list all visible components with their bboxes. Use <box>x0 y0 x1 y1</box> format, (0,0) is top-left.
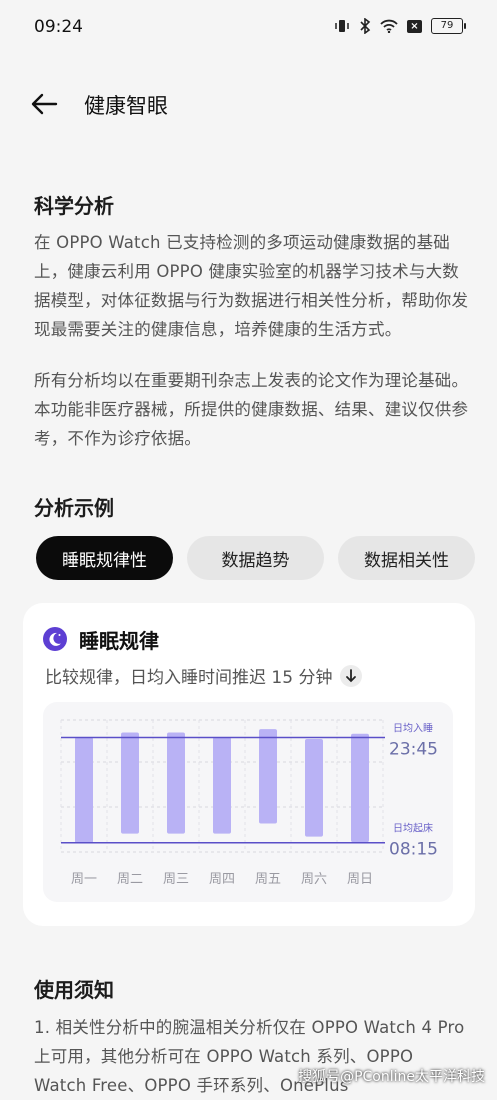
moon-icon <box>43 627 67 651</box>
notice-title: 使用须知 <box>34 978 114 1002</box>
notice-paragraph-1: 1. 相关性分析中的腕温相关分析仅在 OPPO Watch 4 Pro 上可用，… <box>34 1018 465 1095</box>
sleep-bar <box>167 732 185 834</box>
tab-data-correlation[interactable]: 数据相关性 <box>338 536 475 580</box>
card-title: 睡眠规律 <box>79 629 159 653</box>
sleep-bar <box>351 733 369 843</box>
sleep-bar <box>259 729 277 824</box>
x-tick-label: 周六 <box>301 872 327 887</box>
sleep-chart: 周一 周二 周三 周四 周五 周六 周日 日均入睡 23:45 日均起床 08:15 <box>43 702 453 902</box>
watermark: 搜狐号@PConline太平洋科技 <box>298 1069 485 1085</box>
battery-icon: 79 <box>431 18 466 34</box>
sleep-bar <box>213 737 231 834</box>
sleep-chart-svg: 周一 周二 周三 周四 周五 周六 周日 日均入睡 23:45 日均起床 08:15 <box>60 719 438 887</box>
x-tick-label: 周一 <box>71 872 97 887</box>
wifi-icon <box>380 19 398 33</box>
vibrate-icon <box>334 19 350 33</box>
x-tick-label: 周三 <box>163 872 189 887</box>
science-paragraph-1: 在 OPPO Watch 已支持检测的多项运动健康数据的基础上，健康云利用 OP… <box>34 233 469 339</box>
sim-x-icon: × <box>407 19 422 33</box>
card-subtitle-row: 比较规律，日均入睡时间推迟 15 分钟 <box>45 663 363 688</box>
sleep-bar <box>75 737 93 844</box>
sleep-bar <box>305 738 323 837</box>
avg-wake-label: 日均起床 <box>393 822 433 835</box>
avg-sleep-time: 23:45 <box>389 739 438 759</box>
tab-sleep-regularity[interactable]: 睡眠规律性 <box>36 536 173 580</box>
x-tick-label: 周五 <box>255 872 281 887</box>
sleep-bar <box>121 732 139 834</box>
arrow-left-icon <box>31 93 58 115</box>
back-button[interactable] <box>30 92 58 116</box>
tab-data-trend[interactable]: 数据趋势 <box>187 536 324 580</box>
science-title: 科学分析 <box>34 194 114 218</box>
page-title: 健康智眼 <box>84 94 168 118</box>
card-subtitle: 比较规律，日均入睡时间推迟 15 分钟 <box>45 668 333 688</box>
examples-title: 分析示例 <box>34 496 114 520</box>
science-paragraph-2: 所有分析均以在重要期刊杂志上发表的论文作为理论基础。本功能非医疗器械，所提供的健… <box>34 371 469 448</box>
avg-wake-time: 08:15 <box>389 840 438 860</box>
sleep-card: 睡眠规律 比较规律，日均入睡时间推迟 15 分钟 周一 周二 周三 周四 周五 周六 周日 日… <box>23 603 475 926</box>
status-time: 09:24 <box>34 17 83 37</box>
x-tick-label: 周日 <box>347 872 373 887</box>
status-icons: × 79 <box>334 18 466 34</box>
x-tick-label: 周二 <box>117 872 143 887</box>
x-tick-label: 周四 <box>209 872 235 887</box>
bluetooth-icon <box>359 18 371 34</box>
avg-sleep-label: 日均入睡 <box>393 721 433 734</box>
arrow-down-icon <box>340 664 363 687</box>
